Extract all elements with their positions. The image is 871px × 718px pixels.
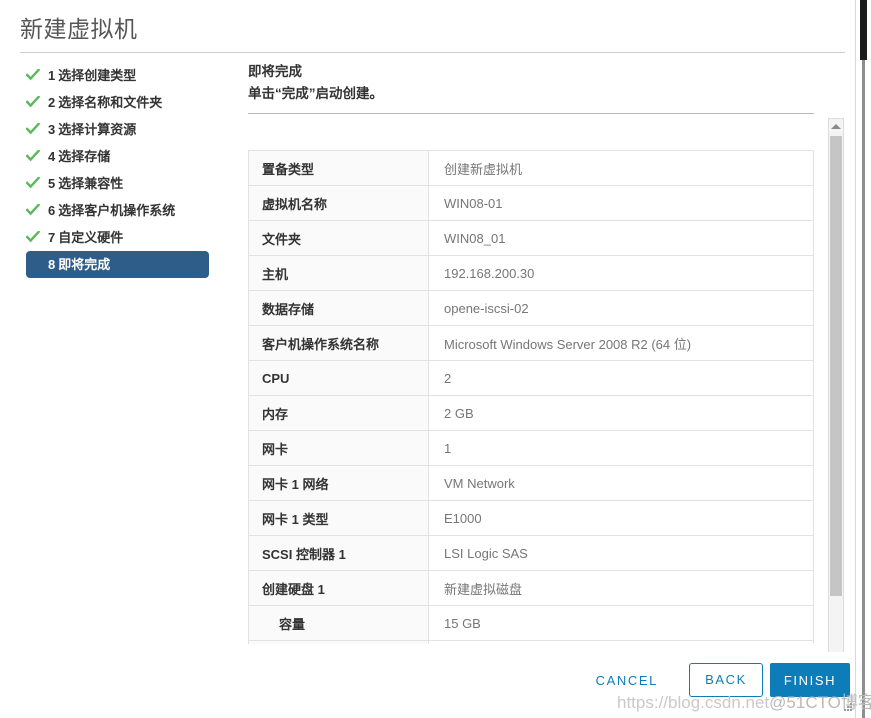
summary-value-cell: 1 <box>428 430 814 466</box>
summary-key-cell: 客户机操作系统名称 <box>248 325 429 361</box>
content-subheading: 单击“完成”启动创建。 <box>248 86 383 101</box>
step-number: 3 <box>48 122 56 137</box>
summary-value-cell: VM Network <box>428 465 814 501</box>
cancel-button[interactable]: CANCEL <box>585 663 669 697</box>
title-divider <box>20 52 845 53</box>
wizard-step-3[interactable]: 3 选择计算资源 <box>26 116 241 143</box>
wizard-step-4[interactable]: 4 选择存储 <box>26 143 241 170</box>
summary-key-cell: 数据存储 <box>248 290 429 326</box>
summary-key-cell: 主机 <box>248 255 429 291</box>
wizard-step-5[interactable]: 5 选择兼容性 <box>26 170 241 197</box>
summary-value-cell: E1000 <box>428 500 814 536</box>
summary-key-cell: 置备类型 <box>248 150 429 186</box>
table-row: CPU 2 <box>248 360 814 396</box>
step-number: 1 <box>48 68 56 83</box>
table-row: 虚拟机名称 WIN08-01 <box>248 185 814 221</box>
summary-key-cell: 内存 <box>248 395 429 431</box>
wizard-step-1[interactable]: 1 选择创建类型 <box>26 62 241 89</box>
back-button[interactable]: BACK <box>689 663 763 697</box>
step-complete-check-icon <box>26 62 42 89</box>
new-virtual-machine-dialog: 新建虚拟机 1 选择创建类型 2 选择名称和文件夹 3 选择计算资源 4 选择存储 5 选择兼容性… <box>0 0 856 718</box>
table-row: 创建硬盘 1 新建虚拟磁盘 <box>248 570 814 606</box>
table-row: SCSI 控制器 1 LSI Logic SAS <box>248 535 814 571</box>
step-complete-check-icon <box>26 197 42 224</box>
step-complete-check-icon <box>26 224 42 251</box>
summary-key-cell: 网卡 1 网络 <box>248 465 429 501</box>
step-number: 4 <box>48 149 56 164</box>
summary-value-cell: 192.168.200.30 <box>428 255 814 291</box>
step-number: 2 <box>48 95 56 110</box>
step-label: 选择兼容性 <box>58 176 124 191</box>
step-complete-check-icon <box>26 170 42 197</box>
table-row: 置备类型 创建新虚拟机 <box>248 150 814 186</box>
step-complete-check-icon <box>26 143 42 170</box>
dialog-header: 新建虚拟机 <box>20 14 845 53</box>
summary-value-cell: 创建新虚拟机 <box>428 150 814 186</box>
dialog-footer: CANCEL BACK FINISH <box>0 652 856 718</box>
step-label: 选择创建类型 <box>58 68 137 83</box>
table-row: 容量 15 GB <box>248 605 814 641</box>
table-row: 文件夹 WIN08_01 <box>248 220 814 256</box>
summary-value-cell: 2 GB <box>428 395 814 431</box>
summary-key-cell <box>248 640 429 644</box>
page-title: 新建虚拟机 <box>20 16 138 42</box>
summary-key-cell: 虚拟机名称 <box>248 185 429 221</box>
step-complete-check-icon <box>26 116 42 143</box>
summary-value-cell: LSI Logic SAS <box>428 535 814 571</box>
scroll-up-arrow-icon[interactable] <box>829 119 843 134</box>
summary-key-cell: 容量 <box>248 605 429 641</box>
summary-key-cell: 网卡 <box>248 430 429 466</box>
summary-key-cell: 网卡 1 类型 <box>248 500 429 536</box>
summary-table-viewport: 置备类型 创建新虚拟机 虚拟机名称 WIN08-01 文件夹 WIN08_01 主机 192.… <box>248 150 814 644</box>
page-scrollbar-track[interactable] <box>862 0 865 718</box>
table-row: 客户机操作系统名称 Microsoft Windows Server 2008 R… <box>248 325 814 361</box>
summary-value-cell: opene-iscsi-02 <box>428 290 814 326</box>
table-row: 网卡 1 网络 VM Network <box>248 465 814 501</box>
table-row: 网卡 1 <box>248 430 814 466</box>
summary-value-cell: 15 GB <box>428 605 814 641</box>
step-label: 自定义硬件 <box>58 230 124 245</box>
table-row: 主机 192.168.200.30 <box>248 255 814 291</box>
summary-value-cell: WIN08_01 <box>428 220 814 256</box>
step-label: 即将完成 <box>58 257 111 272</box>
step-label: 选择名称和文件夹 <box>58 95 163 110</box>
wizard-step-6[interactable]: 6 选择客户机操作系统 <box>26 197 241 224</box>
summary-value-cell: 新建虚拟磁盘 <box>428 570 814 606</box>
summary-key-cell: CPU <box>248 360 429 396</box>
table-row: 数据存储 opene-iscsi-02 <box>248 290 814 326</box>
summary-key-cell: 创建硬盘 1 <box>248 570 429 606</box>
wizard-step-2[interactable]: 2 选择名称和文件夹 <box>26 89 241 116</box>
page-scrollbar[interactable] <box>855 0 871 718</box>
summary-value-cell: WIN08-01 <box>428 185 814 221</box>
step-label: 选择计算资源 <box>58 122 137 137</box>
table-row <box>248 640 814 644</box>
step-label: 选择客户机操作系统 <box>58 203 176 218</box>
content-divider <box>248 113 814 114</box>
scrollbar-thumb[interactable] <box>830 136 842 596</box>
step-complete-check-icon <box>26 89 42 116</box>
wizard-step-8[interactable]: 8 即将完成 <box>26 251 209 278</box>
summary-value-cell <box>428 640 814 644</box>
finish-button[interactable]: FINISH <box>770 663 850 697</box>
content-heading: 即将完成 <box>248 64 302 79</box>
step-number: 7 <box>48 230 56 245</box>
summary-key-cell: SCSI 控制器 1 <box>248 535 429 571</box>
step-number: 8 <box>48 257 56 272</box>
wizard-step-7[interactable]: 7 自定义硬件 <box>26 224 241 251</box>
step-number: 6 <box>48 203 56 218</box>
summary-key-cell: 文件夹 <box>248 220 429 256</box>
summary-value-cell: Microsoft Windows Server 2008 R2 (64 位) <box>428 325 814 361</box>
wizard-steps-nav: 1 选择创建类型 2 选择名称和文件夹 3 选择计算资源 4 选择存储 5 选择兼容性 6 选择客户机… <box>26 62 241 278</box>
summary-table: 置备类型 创建新虚拟机 虚拟机名称 WIN08-01 文件夹 WIN08_01 主机 192.… <box>248 150 814 644</box>
content-scrollbar[interactable] <box>828 118 844 703</box>
content-pane: 即将完成 单击“完成”启动创建。 置备类型 创建新虚拟机 虚拟机名称 WIN08-01… <box>248 62 844 703</box>
table-row: 网卡 1 类型 E1000 <box>248 500 814 536</box>
table-row: 内存 2 GB <box>248 395 814 431</box>
summary-value-cell: 2 <box>428 360 814 396</box>
page-scrollbar-thumb[interactable] <box>860 0 867 60</box>
step-number: 5 <box>48 176 56 191</box>
step-label: 选择存储 <box>58 149 111 164</box>
